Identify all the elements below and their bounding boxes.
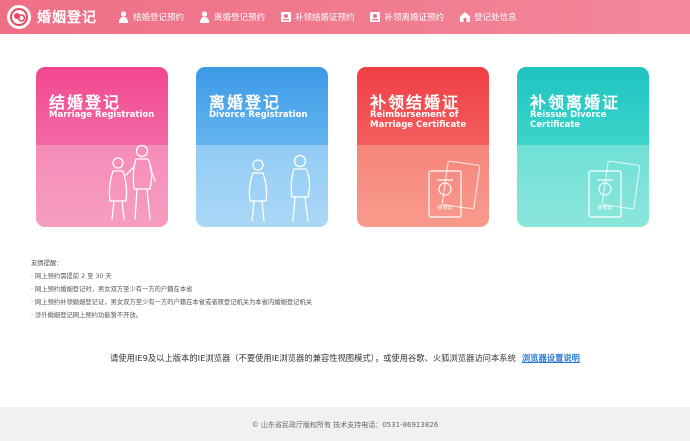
nav-label: 结婚登记预约 xyxy=(133,13,185,23)
divorce-registration-card[interactable]: 离婚登记 Divorce Registration xyxy=(196,67,328,227)
nav-reissue-divorce-cert[interactable]: 补领离婚证预约 xyxy=(369,11,445,24)
certificate-icon xyxy=(369,11,382,24)
cert-label: 离婚证 xyxy=(597,204,612,211)
separated-couple-illustration-icon xyxy=(248,154,311,222)
logo-text: 婚姻登记 xyxy=(37,10,97,26)
marriage-certificate-icon: 结婚证 xyxy=(428,160,481,218)
card-subtitle: Marriage Registration xyxy=(49,110,155,120)
top-nav-bar: 婚姻登记 结婚登记预约 离婚登记预约 补领结婚证预约 补领离婚证预约 登记处信息 xyxy=(0,0,690,34)
certificate-icon xyxy=(279,11,292,24)
browser-notice-text: 请使用IE9及以上版本的IE浏览器（不要使用IE浏览器的兼容性视图模式），或使用… xyxy=(110,353,516,363)
person-icon xyxy=(117,11,130,24)
reminder-item: · 网上预约需提前 2 至 30 天 xyxy=(31,273,112,280)
reminder-item: · 涉外婚姻登记网上预约功能暂不开放。 xyxy=(31,312,143,319)
browser-notice: 请使用IE9及以上版本的IE浏览器（不要使用IE浏览器的兼容性视图模式），或使用… xyxy=(0,352,690,364)
reminder-item: · 网上预约补领婚姻登记证，男女双方至少有一方的户籍在本省或者原登记机关为本省内… xyxy=(31,299,313,306)
card-subtitle: Divorce Registration xyxy=(209,110,308,120)
home-icon xyxy=(458,11,471,24)
cert-label: 结婚证 xyxy=(437,204,452,211)
reissue-divorce-certificate-card[interactable]: 补领离婚证 Reissue Divorce Certificate 离婚证 xyxy=(517,67,649,227)
main-nav: 结婚登记预约 离婚登记预约 补领结婚证预约 补领离婚证预约 登记处信息 xyxy=(117,11,531,24)
card-subtitle: Reissue Divorce Certificate xyxy=(530,110,607,130)
footer-copyright: © 山东省民政厅版权所有 技术支持电话：0531-86913826 xyxy=(251,421,439,429)
nav-label: 补领结婚证预约 xyxy=(295,13,355,23)
nav-label: 登记处信息 xyxy=(474,13,517,23)
divorce-certificate-icon: 离婚证 xyxy=(588,160,641,218)
marriage-registration-card[interactable]: 结婚登记 Marriage Registration xyxy=(36,67,168,227)
browser-settings-link[interactable]: 浏览器设置说明 xyxy=(522,353,580,363)
reissue-marriage-certificate-card[interactable]: 补领结婚证 Reimbursement of Marriage Certific… xyxy=(357,67,489,227)
nav-label: 离婚登记预约 xyxy=(214,13,266,23)
footer: © 山东省民政厅版权所有 技术支持电话：0531-86913826 xyxy=(0,407,690,441)
site-logo[interactable]: 婚姻登记 xyxy=(7,5,107,29)
reminder-heading: 友情提醒： xyxy=(31,260,63,267)
person-icon xyxy=(198,11,211,24)
nav-divorce-appointment[interactable]: 离婚登记预约 xyxy=(198,11,265,24)
logo-emblem-icon xyxy=(7,5,31,29)
couple-illustration-icon xyxy=(108,144,156,220)
reminder-item: · 网上预约婚姻登记时，男女双方至少有一方的户籍在本省 xyxy=(31,286,193,293)
nav-label: 补领离婚证预约 xyxy=(384,13,445,23)
nav-registry-info[interactable]: 登记处信息 xyxy=(458,11,517,24)
friendly-reminder: 友情提醒： · 网上预约需提前 2 至 30 天 · 网上预约婚姻登记时，男女双… xyxy=(31,257,312,322)
card-subtitle: Reimbursement of Marriage Certificate xyxy=(370,110,467,130)
nav-reissue-marriage-cert[interactable]: 补领结婚证预约 xyxy=(279,11,355,24)
nav-marriage-appointment[interactable]: 结婚登记预约 xyxy=(117,11,184,24)
